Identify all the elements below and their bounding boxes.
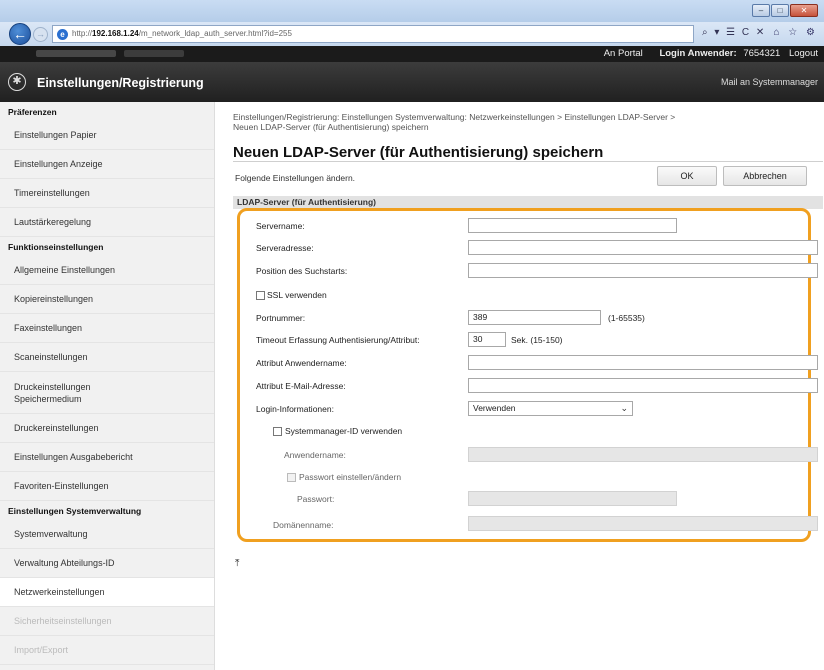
url-input[interactable]: e http://192.168.1.24/m_network_ldap_aut… [52, 25, 694, 43]
attr-email-label: Attribut E-Mail-Adresse: [256, 381, 346, 391]
domain-field [468, 516, 818, 531]
close-window-button[interactable]: ✕ [790, 4, 818, 17]
attr-username-label: Attribut Anwendername: [256, 358, 347, 368]
password-field [468, 491, 677, 506]
timeout-label: Timeout Erfassung Authentisierung/Attrib… [256, 335, 420, 345]
toolbar-icons[interactable]: ⌂ ☆ ⚙ [773, 27, 818, 38]
breadcrumb-line1[interactable]: Einstellungen/Registrierung: Einstellung… [233, 112, 813, 122]
device-model-blurred [124, 50, 184, 57]
server-name-label: Servername: [256, 221, 305, 231]
sidebar-item-timer[interactable]: Timereinstellungen [0, 179, 214, 208]
timeout-hint: Sek. (15-150) [511, 335, 563, 345]
timeout-field[interactable]: 30 [468, 332, 506, 347]
main-content: Einstellungen/Registrierung: Einstellung… [215, 102, 824, 670]
window-controls: – □ ✕ [752, 4, 818, 17]
settings-gear-icon: ✱ [8, 73, 26, 91]
ok-button[interactable]: OK [657, 166, 717, 186]
port-hint: (1-65535) [608, 313, 645, 323]
title-divider [233, 161, 823, 162]
device-name-blurred [36, 50, 116, 57]
breadcrumb-line2: Neuen LDAP-Server (für Authentisierung) … [233, 122, 429, 132]
login-info-value: Verwenden [473, 403, 516, 413]
username-field [468, 447, 818, 462]
sidebar-item-paper[interactable]: Einstellungen Papier [0, 121, 214, 150]
sidebar-item-copy[interactable]: Kopiereinstellungen [0, 285, 214, 314]
server-name-field[interactable] [468, 218, 677, 233]
page-title: Neuen LDAP-Server (für Authentisierung) … [233, 144, 604, 161]
browser-titlebar: – □ ✕ [0, 0, 824, 22]
sidebar-item-import-export[interactable]: Import/Export [0, 636, 214, 665]
password-label: Passwort: [297, 494, 335, 504]
login-user-label: Login Anwender: [659, 48, 737, 59]
cancel-button[interactable]: Abbrechen [723, 166, 807, 186]
port-field[interactable]: 389 [468, 310, 601, 325]
sidebar-item-print-media[interactable]: Druckeinstellungen Speichermedium [0, 372, 214, 414]
to-top-icon[interactable]: ⤒ [235, 558, 239, 569]
sidebar-item-security[interactable]: Sicherheitseinstellungen [0, 607, 214, 636]
forward-arrow-icon[interactable]: → [33, 27, 48, 42]
user-bar: An Portal Login Anwender: 7654321 Logout [0, 46, 824, 62]
sidebar-item-report[interactable]: Einstellungen Ausgabebericht [0, 443, 214, 472]
sidebar-item-volume[interactable]: Lautstärkeregelung [0, 208, 214, 237]
sidebar-item-scan[interactable]: Scaneinstellungen [0, 343, 214, 372]
minimize-button[interactable]: – [752, 4, 770, 17]
maximize-button[interactable]: □ [771, 4, 789, 17]
back-arrow-icon[interactable]: ← [9, 23, 31, 45]
address-tools[interactable]: ⌕ ▾ ☰ C ✕ [702, 27, 766, 38]
portal-link[interactable]: An Portal [604, 48, 643, 59]
sidebar-item-system-management[interactable]: Systemverwaltung [0, 520, 214, 549]
port-label: Portnummer: [256, 313, 306, 323]
sidebar-item-general[interactable]: Allgemeine Einstellungen [0, 256, 214, 285]
app-header: ✱ Einstellungen/Registrierung Mail an Sy… [0, 62, 824, 102]
attr-username-field[interactable] [468, 355, 818, 370]
chevron-down-icon: ⌄ [620, 403, 628, 413]
sidebar-item-printer[interactable]: Druckereinstellungen [0, 414, 214, 443]
instruction-text: Folgende Einstellungen ändern. [235, 173, 356, 183]
sidebar-item-display[interactable]: Einstellungen Anzeige [0, 150, 214, 179]
search-start-label: Position des Suchstarts: [256, 266, 348, 276]
sidebar: Präferenzen Einstellungen Papier Einstel… [0, 102, 215, 670]
domain-label: Domänenname: [273, 520, 334, 530]
mail-systemmanager-link[interactable]: Mail an Systemmanager [721, 77, 818, 87]
sidebar-section-preferences: Präferenzen [8, 107, 57, 117]
use-sysmgr-checkbox[interactable] [273, 427, 282, 436]
sidebar-section-function: Funktionseinstellungen [8, 242, 104, 252]
browser-icon: e [57, 29, 68, 40]
url-text: http://192.168.1.24/m_network_ldap_auth_… [72, 29, 292, 38]
server-address-label: Serveradresse: [256, 243, 314, 253]
server-address-field[interactable] [468, 240, 818, 255]
sidebar-section-system: Einstellungen Systemverwaltung [8, 506, 142, 516]
login-user-value: 7654321 [743, 48, 781, 59]
ssl-checkbox[interactable] [256, 291, 265, 300]
attr-email-field[interactable] [468, 378, 818, 393]
login-info-select[interactable]: Verwenden ⌄ [468, 401, 633, 416]
breadcrumb: Einstellungen/Registrierung: Einstellung… [233, 112, 813, 132]
browser-address-bar: ← → e http://192.168.1.24/m_network_ldap… [0, 22, 824, 46]
sidebar-item-print-media-line1: Druckeinstellungen [14, 381, 91, 392]
use-sysmgr-label: Systemmanager-ID verwenden [285, 426, 403, 436]
sidebar-item-fax[interactable]: Faxeinstellungen [0, 314, 214, 343]
logout-link[interactable]: Logout [789, 48, 818, 59]
ssl-label: SSL verwenden [267, 290, 327, 300]
login-info-label: Login-Informationen: [256, 404, 334, 414]
set-password-label: Passwort einstellen/ändern [299, 472, 402, 482]
sidebar-item-favorites[interactable]: Favoriten-Einstellungen [0, 472, 214, 501]
sidebar-item-print-media-line2: Speichermedium [14, 393, 82, 404]
set-password-checkbox [287, 473, 296, 482]
sidebar-item-network[interactable]: Netzwerkeinstellungen [0, 578, 214, 607]
search-start-field[interactable] [468, 263, 818, 278]
username-label: Anwendername: [284, 450, 346, 460]
app-title: Einstellungen/Registrierung [37, 76, 204, 90]
sidebar-item-department-id[interactable]: Verwaltung Abteilungs-ID [0, 549, 214, 578]
